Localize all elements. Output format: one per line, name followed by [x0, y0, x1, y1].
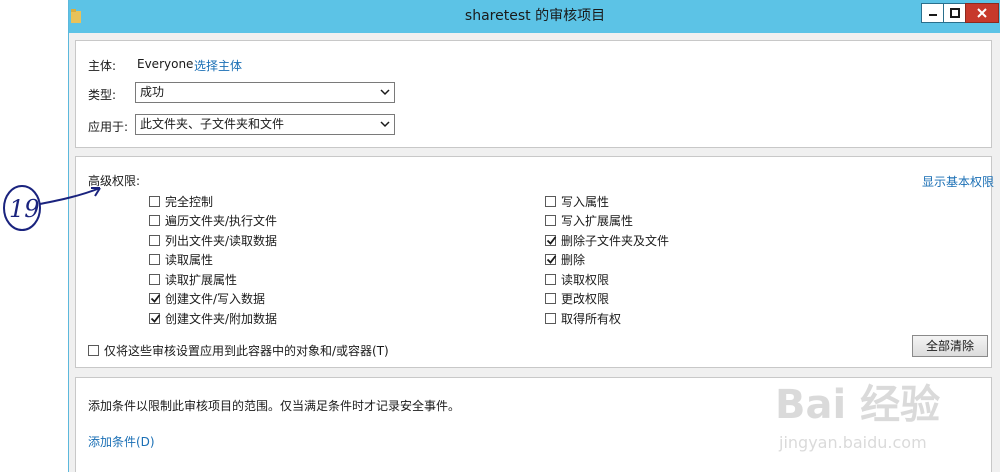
- permission-checkbox-row[interactable]: 删除子文件夹及文件: [545, 232, 669, 248]
- baidu-watermark: Bai 经验 jingyan.baidu.com: [775, 382, 940, 452]
- apply-only-checkbox-row[interactable]: 仅将这些审核设置应用到此容器中的对象和/或容器(T): [88, 342, 389, 358]
- apply-only-checkbox[interactable]: [88, 344, 99, 356]
- permission-checkbox[interactable]: [149, 215, 160, 226]
- applies-to-select-value: 此文件夹、子文件夹和文件: [140, 117, 285, 131]
- conditions-description: 添加条件以限制此审核项目的范围。仅当满足条件时才记录安全事件。: [88, 399, 461, 413]
- permission-checkbox-row[interactable]: 读取扩展属性: [149, 271, 237, 287]
- select-principal-link[interactable]: 选择主体: [194, 57, 242, 74]
- permission-checkbox-row[interactable]: 取得所有权: [545, 310, 621, 326]
- permission-label: 遍历文件夹/执行文件: [165, 214, 278, 228]
- permission-checkbox-row[interactable]: 读取属性: [149, 252, 213, 268]
- permission-checkbox-row[interactable]: 删除: [545, 252, 585, 268]
- chevron-down-icon: [380, 121, 390, 128]
- permission-checkbox[interactable]: [545, 273, 556, 285]
- type-select-value: 成功: [140, 85, 165, 99]
- permission-checkbox-row[interactable]: 完全控制: [149, 193, 213, 209]
- apply-only-label: 仅将这些审核设置应用到此容器中的对象和/或容器(T): [104, 343, 389, 358]
- permission-checkbox[interactable]: [149, 273, 160, 285]
- permission-label: 更改权限: [561, 292, 610, 306]
- permission-label: 取得所有权: [561, 311, 622, 326]
- permission-checkbox-checked[interactable]: [545, 254, 557, 265]
- permission-checkbox-row[interactable]: 更改权限: [545, 291, 609, 307]
- clear-all-button[interactable]: 全部清除: [912, 335, 988, 357]
- permission-label: 创建文件夹/附加数据: [165, 311, 278, 326]
- minimize-icon: [928, 14, 937, 16]
- permission-checkbox[interactable]: [545, 312, 556, 324]
- permission-checkbox[interactable]: [149, 195, 160, 207]
- checkmark-icon: [150, 313, 161, 323]
- maximize-button[interactable]: [943, 3, 965, 23]
- permission-label: 读取属性: [165, 253, 214, 267]
- permission-checkbox-checked[interactable]: [149, 312, 161, 324]
- permission-label: 创建文件/写入数据: [165, 292, 266, 306]
- watermark-brand: Bai 经验: [775, 382, 940, 428]
- permission-label: 删除: [561, 253, 586, 267]
- general-panel: 主体: Everyone 选择主体 类型: 成功 应用于: 此文件夹、子文件夹和…: [75, 40, 992, 148]
- permission-checkbox-row[interactable]: 写入扩展属性: [545, 213, 633, 229]
- permission-label: 写入属性: [561, 194, 610, 209]
- window-title: sharetest 的审核项目: [464, 8, 606, 24]
- permission-label: 写入扩展属性: [561, 214, 634, 228]
- handwritten-annotation: 19: [3, 185, 101, 231]
- close-icon: [977, 8, 987, 18]
- checkmark-icon: [150, 294, 161, 303]
- permission-checkbox[interactable]: [545, 215, 556, 226]
- permission-checkbox-row[interactable]: 读取权限: [545, 271, 609, 287]
- permission-label: 列出文件夹/读取数据: [165, 233, 278, 248]
- permission-checkbox[interactable]: [545, 195, 556, 207]
- applies-to-label: 应用于:: [88, 120, 129, 134]
- permission-checkbox-row[interactable]: 创建文件夹/附加数据: [149, 310, 277, 326]
- permission-checkbox[interactable]: [149, 254, 160, 265]
- permission-label: 读取权限: [561, 272, 610, 287]
- checkmark-icon: [546, 255, 557, 264]
- permission-checkbox[interactable]: [545, 293, 556, 304]
- permission-checkbox-row[interactable]: 创建文件/写入数据: [149, 291, 265, 307]
- permission-label: 完全控制: [165, 194, 214, 209]
- permissions-panel: 高级权限: 显示基本权限 完全控制 遍历文件夹/执行文件 列出文件夹/读取数据 读取属…: [75, 156, 994, 368]
- title-bar[interactable]: sharetest 的审核项目: [69, 0, 1000, 33]
- permission-checkbox-checked[interactable]: [149, 293, 161, 304]
- permission-label: 读取扩展属性: [165, 272, 238, 287]
- principal-value: Everyone: [137, 57, 194, 71]
- checkmark-icon: [546, 235, 557, 245]
- applies-to-select[interactable]: 此文件夹、子文件夹和文件: [135, 114, 395, 135]
- permission-checkbox-row[interactable]: 写入属性: [545, 193, 609, 209]
- permission-checkbox-checked[interactable]: [545, 234, 557, 246]
- maximize-icon: [949, 8, 960, 18]
- watermark-url: jingyan.baidu.com: [778, 433, 927, 452]
- chevron-down-icon: [380, 89, 390, 96]
- permission-checkbox[interactable]: [149, 234, 160, 246]
- permission-checkbox-row[interactable]: 遍历文件夹/执行文件: [149, 213, 277, 229]
- permission-label: 删除子文件夹及文件: [561, 233, 670, 248]
- type-select[interactable]: 成功: [135, 82, 395, 103]
- type-label: 类型:: [88, 88, 117, 102]
- minimize-button[interactable]: [921, 3, 943, 23]
- permission-checkbox-row[interactable]: 列出文件夹/读取数据: [149, 232, 277, 248]
- annotation-text: 19: [9, 195, 40, 223]
- add-condition-link[interactable]: 添加条件(D): [88, 433, 155, 450]
- principal-label: 主体:: [88, 59, 117, 73]
- show-basic-permissions-link[interactable]: 显示基本权限: [922, 173, 994, 190]
- close-button[interactable]: [965, 3, 999, 23]
